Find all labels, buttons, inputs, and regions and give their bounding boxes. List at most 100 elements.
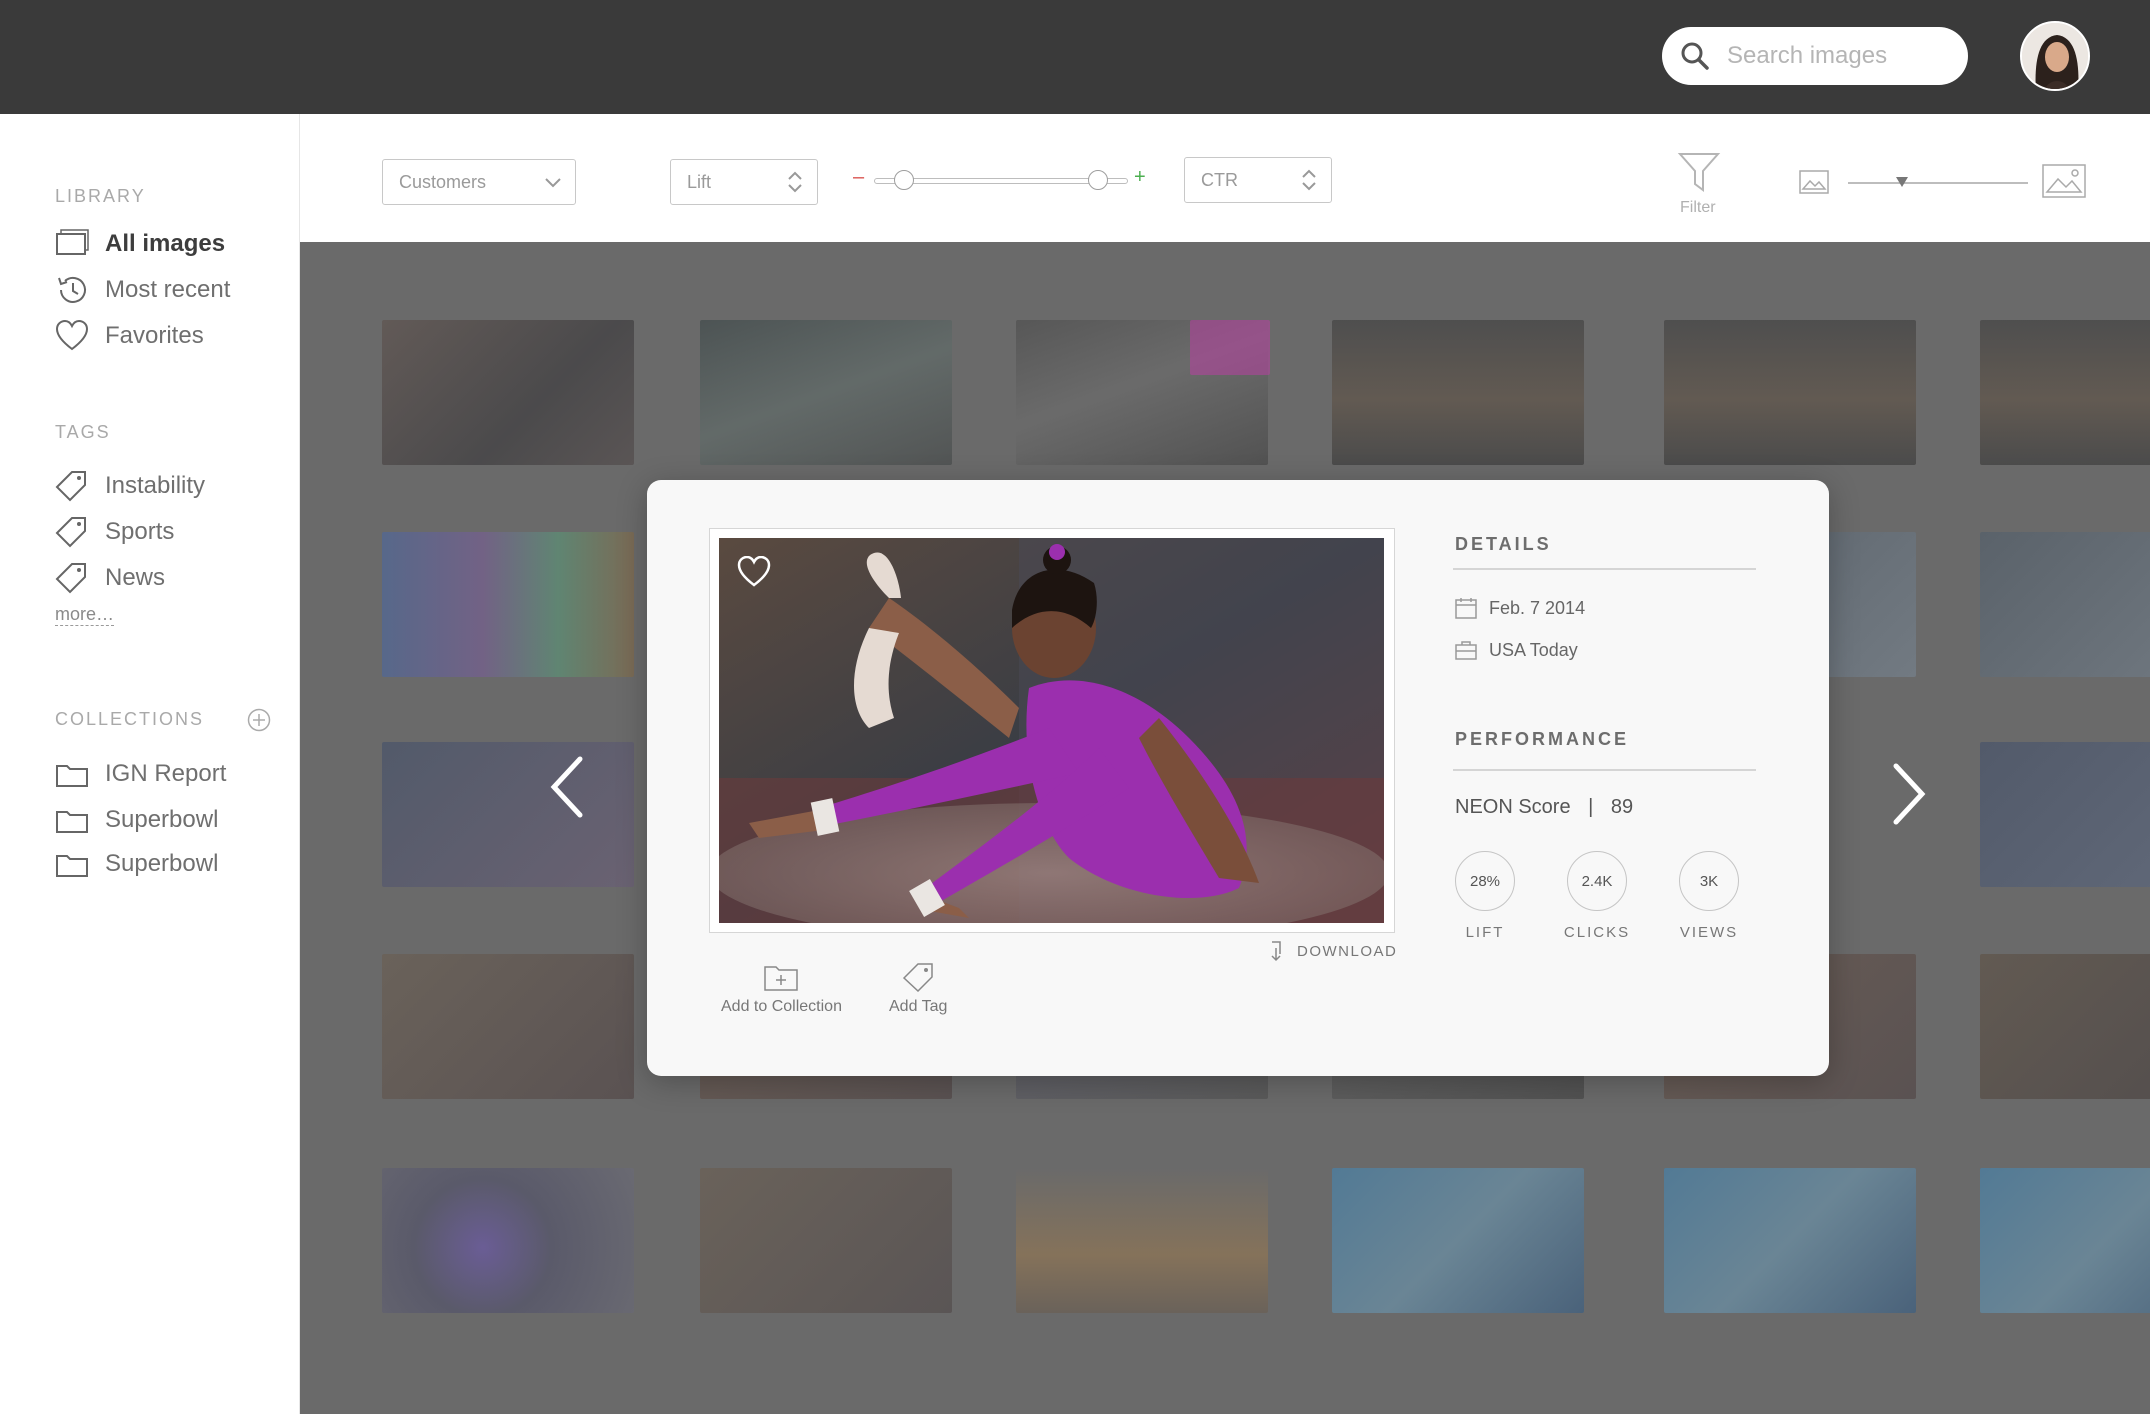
metric-select[interactable]: Lift (670, 159, 818, 205)
tag-icon (55, 517, 86, 548)
thumbnail-size-track[interactable] (1848, 182, 2028, 184)
sidebar-tag-sports[interactable]: Sports (55, 514, 174, 550)
clicks-label: CLICKS (1563, 924, 1631, 941)
sidebar-collection-superbowl[interactable]: Superbowl (55, 802, 218, 838)
image-date: Feb. 7 2014 (1489, 597, 1586, 618)
sidebar-item-label: News (105, 564, 166, 591)
grid-thumbnail-accent (1190, 320, 1270, 375)
download-icon (1271, 941, 1281, 962)
range-plus[interactable]: + (1134, 166, 1146, 189)
grid-thumbnail[interactable] (1332, 1168, 1584, 1313)
sidebar-tag-news[interactable]: News (55, 560, 165, 596)
audience-select-value: Customers (399, 172, 487, 192)
metric-select-value: Lift (687, 172, 712, 192)
history-icon (58, 276, 86, 303)
favorite-heart-icon[interactable] (737, 556, 771, 588)
sidebar-collection-ign-report[interactable]: IGN Report (55, 756, 226, 792)
sidebar-item-label: Sports (105, 518, 175, 545)
audience-select[interactable]: Customers (382, 159, 576, 205)
avatar-image (2022, 23, 2088, 89)
grid-thumbnail[interactable] (1980, 1168, 2150, 1313)
grid-thumbnail[interactable] (382, 320, 634, 465)
grid-thumbnail[interactable] (382, 742, 634, 887)
briefcase-icon (1455, 641, 1477, 660)
neon-score: NEON Score | 89 (1455, 796, 1633, 819)
more-tags-link[interactable]: more… (55, 604, 115, 626)
grid-thumbnail[interactable] (1664, 320, 1916, 465)
grid-thumbnail[interactable] (1980, 954, 2150, 1099)
images-icon (56, 229, 89, 255)
folder-add-icon (764, 966, 799, 991)
grid-thumbnail[interactable] (1980, 320, 2150, 465)
sidebar-tag-instability[interactable]: Instability (55, 468, 205, 504)
sidebar-item-label: Superbowl (105, 850, 219, 877)
grid-thumbnail[interactable] (382, 532, 634, 677)
add-tag-label: Add Tag (889, 998, 948, 1015)
folder-icon (56, 855, 88, 877)
heart-icon (55, 320, 89, 351)
sort-select[interactable]: CTR (1184, 157, 1332, 203)
grid-thumbnail[interactable] (1016, 1168, 1268, 1313)
lift-label: LIFT (1465, 924, 1505, 941)
filter-label[interactable]: Filter (1680, 199, 1716, 217)
sidebar-item-label: Superbowl (105, 806, 219, 833)
folder-icon (56, 765, 88, 787)
neon-score-value: 89 (1610, 796, 1634, 818)
download-button[interactable]: DOWNLOAD (1269, 940, 1397, 962)
grid-thumbnail[interactable] (382, 954, 634, 1099)
sidebar: LIBRARY All images Most recent Favorites… (0, 114, 300, 1414)
clicks-metric: 2.4K (1567, 851, 1627, 911)
sidebar-item-most-recent[interactable]: Most recent (55, 272, 230, 308)
sidebar-item-favorites[interactable]: Favorites (55, 318, 204, 354)
views-metric: 3K (1679, 851, 1739, 911)
next-image-arrow-icon[interactable] (1888, 762, 1928, 826)
search-input[interactable]: Search images (1727, 42, 1887, 70)
gymnast-photo (719, 538, 1384, 923)
sort-arrows-icon (1302, 169, 1316, 191)
search-icon (1681, 42, 1709, 70)
sidebar-item-label: Favorites (105, 322, 204, 349)
thumbnail-size-handle[interactable] (1894, 174, 1910, 190)
performance-heading: PERFORMANCE (1455, 729, 1630, 749)
sidebar-item-label: IGN Report (105, 760, 227, 787)
grid-thumbnail[interactable] (700, 320, 952, 465)
sort-arrows-icon (788, 171, 802, 193)
range-slider-high-handle[interactable] (1087, 170, 1108, 190)
search-box[interactable]: Search images (1662, 27, 1968, 85)
small-thumbnail-icon[interactable] (1799, 170, 1829, 194)
large-thumbnail-icon[interactable] (2042, 164, 2086, 198)
download-label: DOWNLOAD (1297, 942, 1398, 960)
library-heading: LIBRARY (55, 186, 146, 206)
grid-thumbnail[interactable] (1980, 532, 2150, 677)
sidebar-item-all-images[interactable]: All images (55, 226, 225, 262)
calendar-icon (1455, 598, 1477, 619)
image-preview-frame (709, 528, 1395, 933)
grid-thumbnail[interactable] (382, 1168, 634, 1313)
views-label: VIEWS (1679, 924, 1739, 941)
add-tag-button[interactable]: Add Tag (889, 962, 947, 1016)
user-avatar[interactable] (2020, 21, 2090, 91)
previous-image-arrow-icon[interactable] (548, 755, 588, 819)
grid-thumbnail[interactable] (1664, 1168, 1916, 1313)
lift-metric: 28% (1455, 851, 1515, 911)
sort-select-value: CTR (1201, 170, 1238, 190)
image-preview[interactable] (719, 538, 1384, 923)
grid-thumbnail[interactable] (1332, 320, 1584, 465)
range-minus[interactable]: – (853, 166, 864, 189)
date-row: Feb. 7 2014 (1455, 597, 1585, 619)
tag-icon (55, 471, 86, 502)
tags-heading: TAGS (55, 422, 111, 442)
neon-score-separator: | (1588, 796, 1594, 818)
add-to-collection-label: Add to Collection (721, 998, 842, 1015)
collections-heading: COLLECTIONS (55, 709, 205, 729)
grid-thumbnail[interactable] (1980, 742, 2150, 887)
add-collection-icon[interactable] (247, 708, 271, 732)
filter-icon[interactable] (1677, 150, 1721, 194)
sidebar-item-label: All images (105, 230, 226, 257)
sidebar-item-label: Instability (105, 472, 206, 499)
grid-thumbnail[interactable] (700, 1168, 952, 1313)
details-divider (1453, 568, 1756, 570)
sidebar-collection-superbowl-2[interactable]: Superbowl (55, 846, 218, 882)
top-bar: Search images (0, 0, 2150, 114)
add-to-collection-button[interactable]: Add to Collection (721, 962, 842, 1016)
